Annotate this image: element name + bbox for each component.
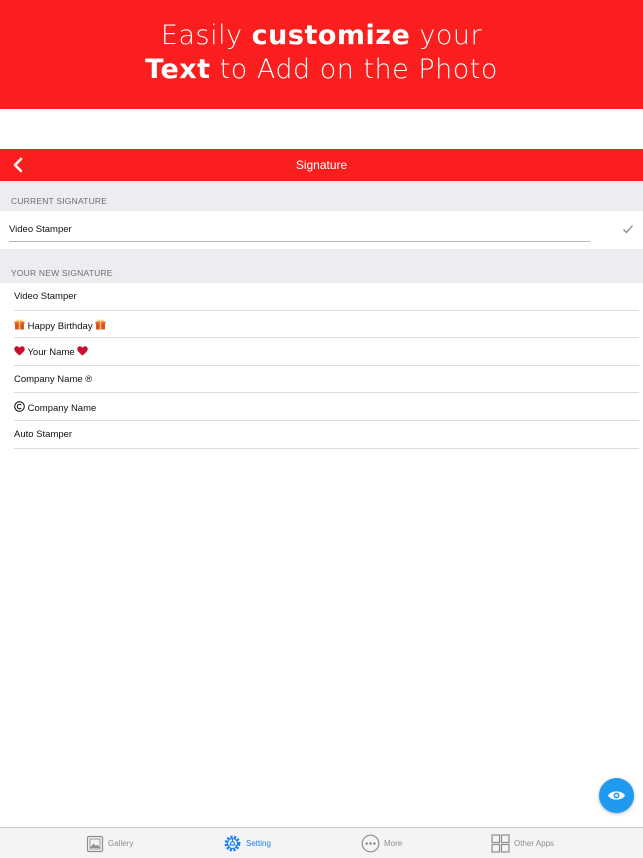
tab-label: Gallery xyxy=(108,839,134,848)
status-bar-area xyxy=(0,109,643,149)
promo-line-1: Easily customize your xyxy=(160,20,483,51)
nav-bar: Signature xyxy=(0,149,643,181)
list-item[interactable]: Happy Birthday xyxy=(0,311,643,339)
heart-icon xyxy=(77,346,88,356)
list-item-label: Company Name ® xyxy=(14,373,93,385)
current-signature-header: CURRENT SIGNATURE xyxy=(0,181,643,211)
list-item[interactable]: Auto Stamper xyxy=(0,421,643,449)
list-item-label: Auto Stamper xyxy=(14,428,73,440)
tab-other-apps[interactable]: Other Apps xyxy=(491,828,554,858)
signature-list: Video Stamper Happy Birthday Your Name C… xyxy=(0,283,643,449)
gear-icon xyxy=(224,835,241,852)
gift-icon xyxy=(14,319,25,330)
tab-gallery[interactable]: Gallery xyxy=(86,828,133,858)
list-item-label: Company Name xyxy=(27,403,97,415)
list-item-content: Happy Birthday xyxy=(14,319,106,332)
list-item-content: Company Name xyxy=(14,401,96,414)
current-signature-value: Video Stamper xyxy=(9,224,72,235)
current-signature-field[interactable]: Video Stamper xyxy=(0,211,643,249)
list-item-content: Your Name xyxy=(14,346,88,358)
list-item-label: Your Name xyxy=(27,347,75,359)
divider xyxy=(14,447,639,449)
preview-button[interactable] xyxy=(599,778,634,813)
copyright-icon xyxy=(14,401,25,413)
gift-icon xyxy=(95,319,106,330)
tab-bar: Gallery Setting More Other Apps xyxy=(0,827,643,858)
checkmark-icon xyxy=(623,225,633,234)
eye-icon xyxy=(608,791,625,800)
promo-banner: Easily customize your Text to Add on the… xyxy=(0,0,643,109)
tab-label: More xyxy=(384,839,403,848)
list-item[interactable]: Your Name xyxy=(0,338,643,366)
list-item[interactable]: Company Name ® xyxy=(0,366,643,394)
tab-more[interactable]: More xyxy=(361,828,402,858)
page-title: Signature xyxy=(295,158,348,172)
heart-icon xyxy=(14,346,25,356)
list-item-label: Video Stamper xyxy=(14,291,77,302)
more-dots-icon xyxy=(361,834,380,853)
field-underline xyxy=(9,241,590,242)
list-item-label: Happy Birthday xyxy=(27,320,93,332)
tab-setting[interactable]: Setting xyxy=(223,828,271,858)
list-item[interactable]: Video Stamper xyxy=(0,283,643,311)
grid-icon xyxy=(491,834,510,853)
promo-line-2: Text to Add on the Photo xyxy=(145,54,498,85)
new-signature-header: YOUR NEW SIGNATURE xyxy=(0,249,643,283)
tab-label: Other Apps xyxy=(514,839,555,848)
tab-label: Setting xyxy=(246,839,271,848)
gallery-icon xyxy=(86,835,104,852)
list-item[interactable]: Company Name xyxy=(0,393,643,421)
